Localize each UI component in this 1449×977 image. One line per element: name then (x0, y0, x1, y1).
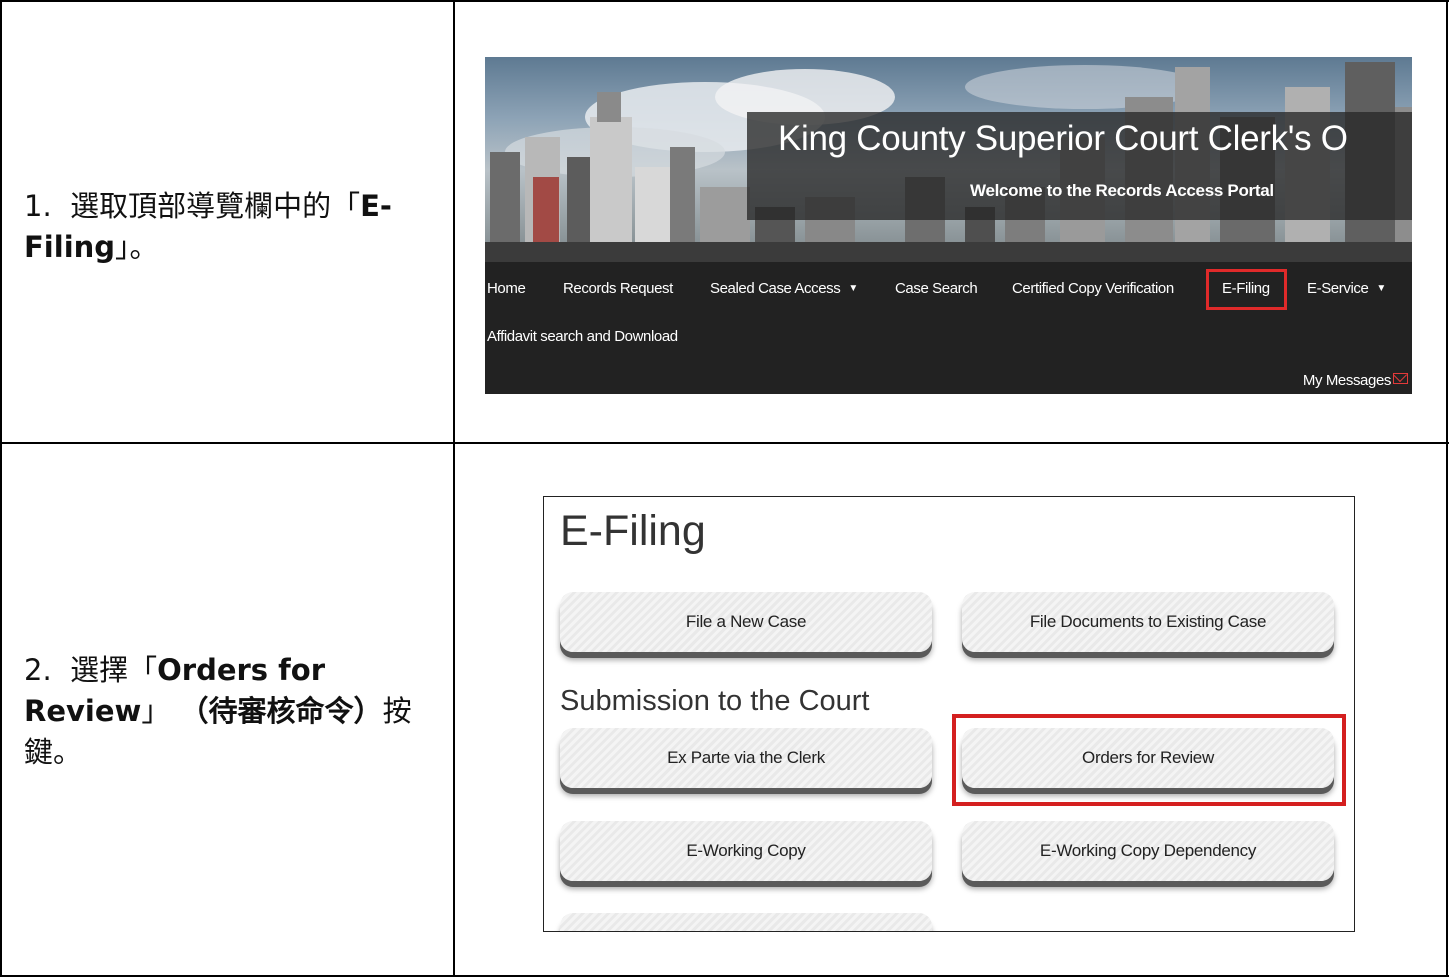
table-row-divider (0, 442, 1449, 444)
my-messages-link[interactable]: My Messages (1303, 372, 1408, 389)
caret-down-icon: ▼ (1376, 283, 1386, 294)
nav-home[interactable]: Home (487, 280, 526, 297)
efiling-heading: E-Filing (560, 507, 706, 555)
efiling-panel-screenshot: E-Filing File a New Case File Documents … (543, 496, 1355, 932)
kc-portal-screenshot: King County Superior Court Clerk's O Wel… (485, 57, 1412, 394)
orders-for-review-highlight-box (952, 714, 1346, 806)
envelope-icon (1393, 373, 1408, 384)
file-documents-existing-case-button[interactable]: File Documents to Existing Case (962, 592, 1334, 652)
e-working-copy-dependency-button[interactable]: E-Working Copy Dependency (962, 821, 1334, 881)
nav-eservice[interactable]: E-Service ▼ (1307, 280, 1386, 297)
step-1-text-before: 選取頂部導覽欄中的「 (70, 189, 361, 223)
step-2-instruction: 2. 選擇「Orders for Review」 （待審核命令）按鍵。 (24, 650, 414, 773)
ex-parte-button[interactable]: Ex Parte via the Clerk (560, 728, 932, 788)
caret-down-icon: ▼ (848, 283, 858, 294)
nav-records-request[interactable]: Records Request (563, 280, 673, 297)
step-2-bold-2: （待審核命令） (179, 694, 383, 728)
step-2-text-mid: 」 (141, 694, 171, 728)
table-column-divider (453, 0, 455, 977)
partial-button-cutoff[interactable] (560, 913, 932, 931)
step-1-instruction: 1. 選取頂部導覽欄中的「E-Filing」。 (24, 186, 424, 268)
nav-certified-copy-verification[interactable]: Certified Copy Verification (1012, 280, 1174, 297)
table-left-border (0, 0, 2, 977)
step-1-text-after: 」。 (115, 230, 159, 264)
table-top-border (0, 0, 1449, 2)
e-working-copy-button[interactable]: E-Working Copy (560, 821, 932, 881)
step-2-number: 2. (24, 653, 52, 687)
portal-title: King County Superior Court Clerk's O (778, 119, 1348, 158)
table-right-border (1446, 0, 1448, 977)
file-new-case-button[interactable]: File a New Case (560, 592, 932, 652)
submission-subheading: Submission to the Court (560, 685, 870, 717)
step-2-text-before: 選擇「 (70, 653, 158, 687)
my-messages-label: My Messages (1302, 372, 1392, 389)
top-navbar: Home Records Request Sealed Case Access ▼… (485, 262, 1412, 394)
nav-affidavit-search[interactable]: Affidavit search and Download (487, 328, 678, 345)
nav-sealed-case-access-label: Sealed Case Access (710, 280, 841, 297)
skyline-banner: King County Superior Court Clerk's O Wel… (485, 57, 1412, 262)
step-1-number: 1. (24, 189, 52, 223)
nav-efiling[interactable]: E-Filing (1222, 280, 1270, 297)
nav-eservice-label: E-Service (1307, 280, 1369, 297)
portal-subtitle: Welcome to the Records Access Portal (970, 181, 1274, 200)
nav-sealed-case-access[interactable]: Sealed Case Access ▼ (710, 280, 858, 297)
nav-case-search[interactable]: Case Search (895, 280, 978, 297)
